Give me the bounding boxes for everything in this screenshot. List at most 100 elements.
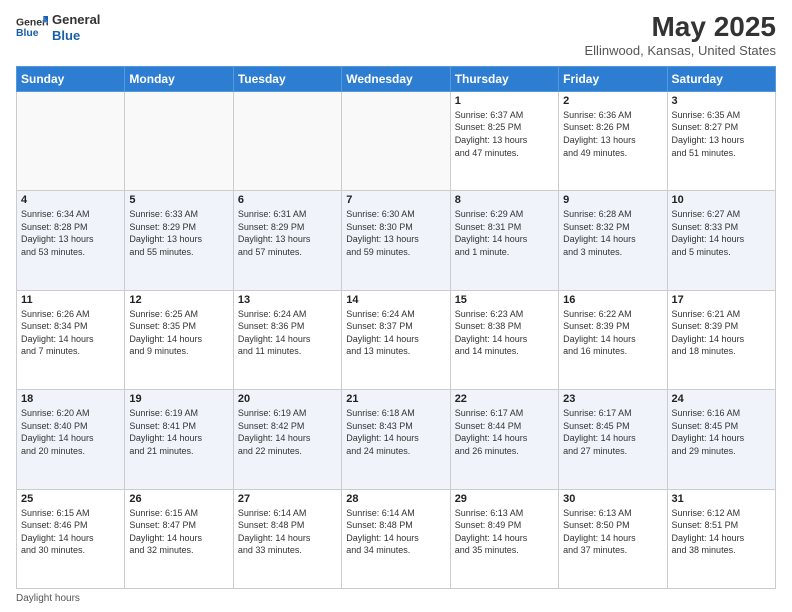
table-row: 21 Sunrise: 6:18 AM Sunset: 8:43 PM Dayli… [342, 390, 450, 489]
day-number: 9 [563, 194, 662, 206]
table-row: 13 Sunrise: 6:24 AM Sunset: 8:36 PM Dayli… [233, 290, 341, 389]
calendar-week-row: 1Sunrise: 6:37 AM Sunset: 8:25 PM Daylig… [17, 91, 776, 190]
day-number: 29 [455, 493, 554, 505]
day-number: 6 [238, 194, 337, 206]
col-saturday: Saturday [667, 66, 775, 91]
table-row: 27Sunrise: 6:14 AM Sunset: 8:48 PM Dayli… [233, 489, 341, 588]
day-info: Sunrise: 6:37 AM Sunset: 8:25 PM Dayligh… [455, 109, 554, 159]
day-info: Sunrise: 6:20 AM Sunset: 8:40 PM Dayligh… [21, 407, 120, 457]
table-row: 17 Sunrise: 6:21 AM Sunset: 8:39 PM Dayli… [667, 290, 775, 389]
col-monday: Monday [125, 66, 233, 91]
calendar-table: Sunday Monday Tuesday Wednesday Thursday… [16, 66, 776, 589]
day-number: 31 [672, 493, 771, 505]
day-number: 30 [563, 493, 662, 505]
day-info: Sunrise: 6:30 AM Sunset: 8:30 PM Dayligh… [346, 208, 445, 258]
table-row: 16 Sunrise: 6:22 AM Sunset: 8:39 PM Dayli… [559, 290, 667, 389]
day-info: Sunrise: 6:34 AM Sunset: 8:28 PM Dayligh… [21, 208, 120, 258]
logo: General Blue General Blue [16, 12, 100, 43]
day-info: Sunrise: 6:25 AM Sunset: 8:35 PM Dayligh… [129, 308, 228, 358]
table-row: 22Sunrise: 6:17 AM Sunset: 8:44 PM Dayli… [450, 390, 558, 489]
table-row [233, 91, 341, 190]
day-info: Sunrise: 6:18 AM Sunset: 8:43 PM Dayligh… [346, 407, 445, 457]
col-wednesday: Wednesday [342, 66, 450, 91]
day-number: 28 [346, 493, 445, 505]
day-number: 13 [238, 294, 337, 306]
table-row [125, 91, 233, 190]
calendar-header-row: Sunday Monday Tuesday Wednesday Thursday… [17, 66, 776, 91]
day-info: Sunrise: 6:31 AM Sunset: 8:29 PM Dayligh… [238, 208, 337, 258]
day-number: 18 [21, 393, 120, 405]
day-number: 23 [563, 393, 662, 405]
day-number: 27 [238, 493, 337, 505]
col-friday: Friday [559, 66, 667, 91]
day-info: Sunrise: 6:17 AM Sunset: 8:45 PM Dayligh… [563, 407, 662, 457]
day-info: Sunrise: 6:21 AM Sunset: 8:39 PM Dayligh… [672, 308, 771, 358]
day-info: Sunrise: 6:16 AM Sunset: 8:45 PM Dayligh… [672, 407, 771, 457]
day-number: 21 [346, 393, 445, 405]
table-row: 8 Sunrise: 6:29 AM Sunset: 8:31 PM Daylig… [450, 191, 558, 290]
table-row: 2 Sunrise: 6:36 AM Sunset: 8:26 PM Daylig… [559, 91, 667, 190]
table-row: 7Sunrise: 6:30 AM Sunset: 8:30 PM Daylig… [342, 191, 450, 290]
day-info: Sunrise: 6:29 AM Sunset: 8:31 PM Dayligh… [455, 208, 554, 258]
day-info: Sunrise: 6:12 AM Sunset: 8:51 PM Dayligh… [672, 507, 771, 557]
page: General Blue General Blue May 2025 Ellin… [0, 0, 792, 612]
table-row: 28 Sunrise: 6:14 AM Sunset: 8:48 PM Dayli… [342, 489, 450, 588]
header: General Blue General Blue May 2025 Ellin… [16, 12, 776, 58]
day-info: Sunrise: 6:23 AM Sunset: 8:38 PM Dayligh… [455, 308, 554, 358]
table-row: 26 Sunrise: 6:15 AM Sunset: 8:47 PM Dayli… [125, 489, 233, 588]
table-row: 12 Sunrise: 6:25 AM Sunset: 8:35 PM Dayli… [125, 290, 233, 389]
table-row: 4Sunrise: 6:34 AM Sunset: 8:28 PM Daylig… [17, 191, 125, 290]
table-row: 5Sunrise: 6:33 AM Sunset: 8:29 PM Daylig… [125, 191, 233, 290]
day-number: 10 [672, 194, 771, 206]
table-row: 29 Sunrise: 6:13 AM Sunset: 8:49 PM Dayli… [450, 489, 558, 588]
footer-note: Daylight hours [16, 593, 776, 604]
logo-text: General Blue [52, 12, 100, 43]
day-number: 16 [563, 294, 662, 306]
table-row: 31 Sunrise: 6:12 AM Sunset: 8:51 PM Dayli… [667, 489, 775, 588]
day-number: 3 [672, 95, 771, 107]
table-row: 3Sunrise: 6:35 AM Sunset: 8:27 PM Daylig… [667, 91, 775, 190]
day-number: 8 [455, 194, 554, 206]
table-row: 20 Sunrise: 6:19 AM Sunset: 8:42 PM Dayli… [233, 390, 341, 489]
day-info: Sunrise: 6:22 AM Sunset: 8:39 PM Dayligh… [563, 308, 662, 358]
logo-icon: General Blue [16, 14, 48, 42]
col-thursday: Thursday [450, 66, 558, 91]
col-sunday: Sunday [17, 66, 125, 91]
table-row: 15Sunrise: 6:23 AM Sunset: 8:38 PM Dayli… [450, 290, 558, 389]
day-number: 12 [129, 294, 228, 306]
day-number: 2 [563, 95, 662, 107]
day-info: Sunrise: 6:27 AM Sunset: 8:33 PM Dayligh… [672, 208, 771, 258]
table-row: 23 Sunrise: 6:17 AM Sunset: 8:45 PM Dayli… [559, 390, 667, 489]
day-number: 20 [238, 393, 337, 405]
svg-text:Blue: Blue [16, 28, 39, 39]
table-row: 10 Sunrise: 6:27 AM Sunset: 8:33 PM Dayli… [667, 191, 775, 290]
table-row: 24 Sunrise: 6:16 AM Sunset: 8:45 PM Dayli… [667, 390, 775, 489]
table-row: 11Sunrise: 6:26 AM Sunset: 8:34 PM Dayli… [17, 290, 125, 389]
day-info: Sunrise: 6:13 AM Sunset: 8:49 PM Dayligh… [455, 507, 554, 557]
daylight-label: Daylight hours [16, 593, 80, 604]
day-number: 22 [455, 393, 554, 405]
table-row: 18 Sunrise: 6:20 AM Sunset: 8:40 PM Dayli… [17, 390, 125, 489]
calendar-week-row: 18 Sunrise: 6:20 AM Sunset: 8:40 PM Dayli… [17, 390, 776, 489]
day-number: 19 [129, 393, 228, 405]
table-row: 19 Sunrise: 6:19 AM Sunset: 8:41 PM Dayli… [125, 390, 233, 489]
calendar-week-row: 11Sunrise: 6:26 AM Sunset: 8:34 PM Dayli… [17, 290, 776, 389]
day-info: Sunrise: 6:19 AM Sunset: 8:42 PM Dayligh… [238, 407, 337, 457]
title-block: May 2025 Ellinwood, Kansas, United State… [585, 12, 777, 58]
day-number: 17 [672, 294, 771, 306]
day-number: 5 [129, 194, 228, 206]
day-info: Sunrise: 6:15 AM Sunset: 8:46 PM Dayligh… [21, 507, 120, 557]
day-number: 25 [21, 493, 120, 505]
day-number: 24 [672, 393, 771, 405]
day-info: Sunrise: 6:15 AM Sunset: 8:47 PM Dayligh… [129, 507, 228, 557]
table-row: 30Sunrise: 6:13 AM Sunset: 8:50 PM Dayli… [559, 489, 667, 588]
day-info: Sunrise: 6:24 AM Sunset: 8:36 PM Dayligh… [238, 308, 337, 358]
day-info: Sunrise: 6:14 AM Sunset: 8:48 PM Dayligh… [346, 507, 445, 557]
day-info: Sunrise: 6:36 AM Sunset: 8:26 PM Dayligh… [563, 109, 662, 159]
day-number: 26 [129, 493, 228, 505]
main-title: May 2025 [585, 12, 777, 43]
table-row: 6 Sunrise: 6:31 AM Sunset: 8:29 PM Daylig… [233, 191, 341, 290]
day-info: Sunrise: 6:19 AM Sunset: 8:41 PM Dayligh… [129, 407, 228, 457]
calendar-week-row: 25 Sunrise: 6:15 AM Sunset: 8:46 PM Dayli… [17, 489, 776, 588]
col-tuesday: Tuesday [233, 66, 341, 91]
